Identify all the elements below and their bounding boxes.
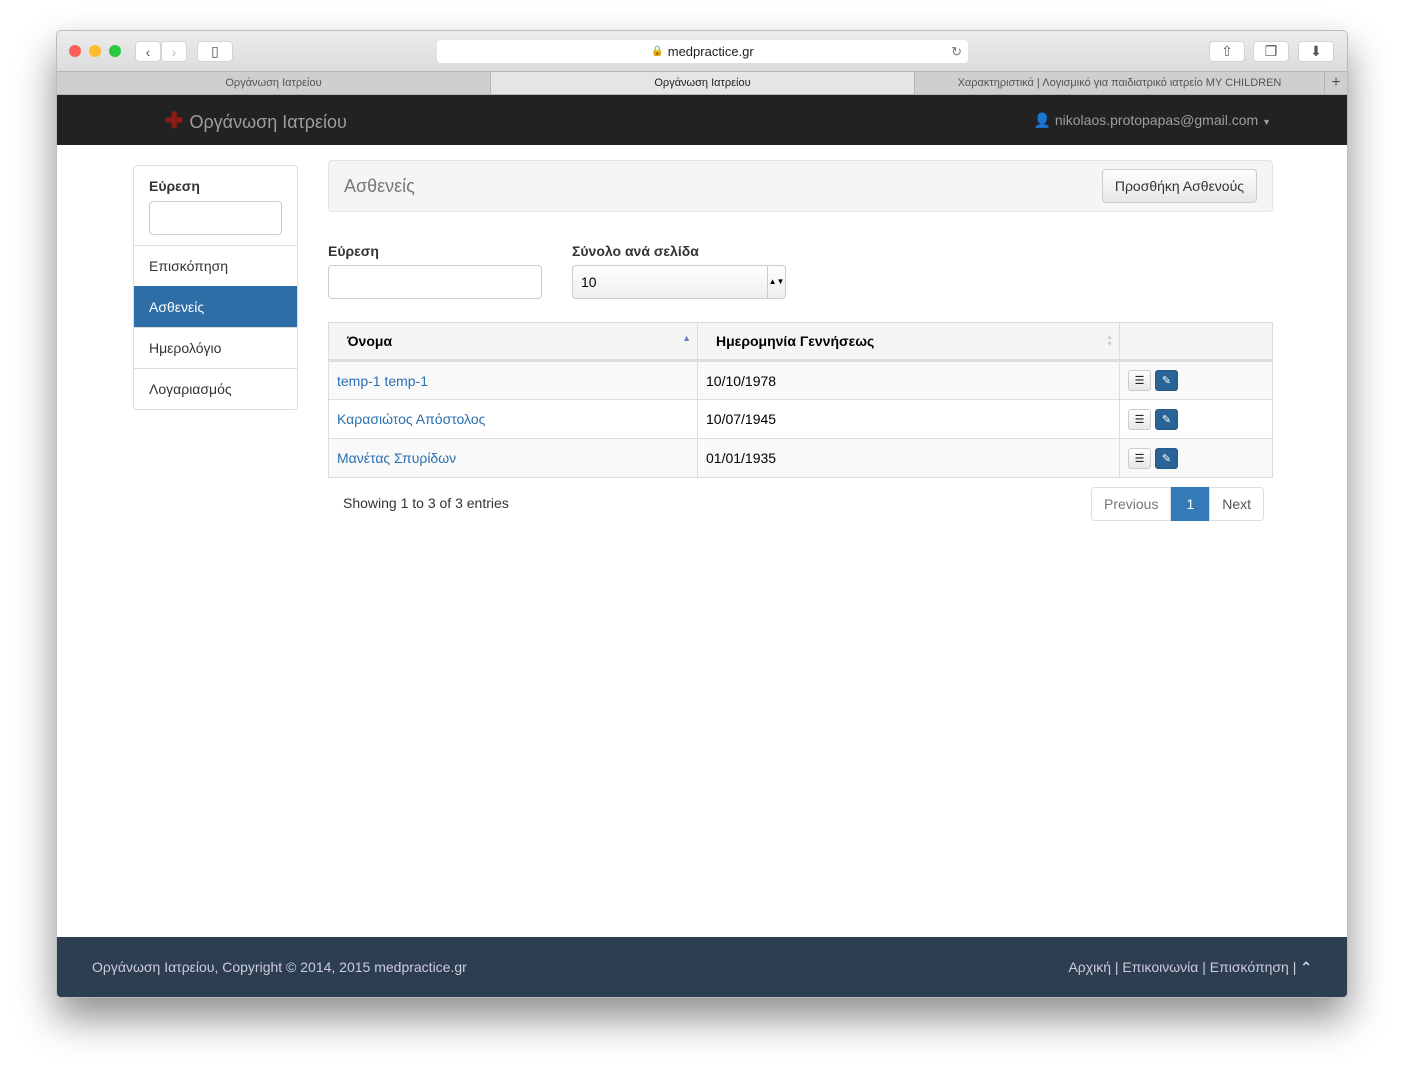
list-icon[interactable]: ☰: [1128, 447, 1151, 469]
back-icon[interactable]: ‹: [135, 41, 161, 62]
table-row: Μανέτας Σπυρίδων 01/01/1935 ☰ ✎: [328, 438, 1273, 478]
sidebar-item-overview[interactable]: Επισκόπηση: [134, 245, 297, 286]
page-size-select[interactable]: 10 ▲▼: [572, 265, 786, 299]
sidebar-toggle-icon[interactable]: ▯: [197, 41, 233, 62]
url-text: medpractice.gr: [667, 44, 754, 59]
page-header-panel: Ασθενείς Προσθήκη Ασθενούς: [328, 160, 1273, 212]
footer-link-home[interactable]: Αρχική: [1068, 959, 1111, 975]
close-button[interactable]: [69, 45, 81, 57]
previous-button[interactable]: Previous: [1091, 487, 1172, 521]
sidebar-item-account[interactable]: Λογαριασμός: [134, 368, 297, 409]
search-input[interactable]: [328, 265, 542, 299]
browser-window: ‹ › ▯ 🔒 medpractice.gr ↻ ⇧ ❐ ⬇ Οργάνωση Ια…: [56, 30, 1348, 998]
sidebar-item-calendar[interactable]: Ημερολόγιο: [134, 327, 297, 368]
minimize-button[interactable]: [89, 45, 101, 57]
caret-down-icon: ▼: [1262, 117, 1271, 127]
browser-tab[interactable]: Οργάνωση Ιατρείου: [57, 72, 491, 94]
list-icon[interactable]: ☰: [1128, 370, 1151, 391]
page-size-value: 10: [581, 274, 597, 290]
medical-cross-icon: ✚: [165, 108, 184, 133]
dob-cell: 10/10/1978: [697, 360, 1120, 400]
footer-link-contact[interactable]: Επικοινωνία: [1122, 959, 1198, 975]
browser-tab-active[interactable]: Οργάνωση Ιατρείου: [491, 72, 915, 94]
column-header-actions: [1119, 322, 1273, 362]
footer-link-overview[interactable]: Επισκόπηση: [1210, 959, 1289, 975]
dob-cell: 10/07/1945: [697, 399, 1120, 439]
page-title: Ασθενείς: [344, 176, 415, 196]
new-tab-icon[interactable]: +: [1325, 72, 1347, 94]
patient-link[interactable]: Μανέτας Σπυρίδων: [337, 450, 456, 466]
edit-icon[interactable]: ✎: [1155, 447, 1178, 469]
sidebar: Εύρεση Επισκόπηση Ασθενείς Ημερολόγιο Λο…: [133, 165, 298, 410]
brand-link[interactable]: ✚ Οργάνωση Ιατρείου: [165, 108, 347, 134]
address-bar[interactable]: 🔒 medpractice.gr ↻: [437, 40, 968, 63]
patient-link[interactable]: Καρασιώτος Απόστολος: [337, 411, 485, 427]
page-size-label: Σύνολο ανά σελίδα: [572, 243, 699, 259]
user-email: nikolaos.protopapas@gmail.com: [1054, 112, 1259, 128]
page-1-button[interactable]: 1: [1171, 487, 1210, 521]
zoom-button[interactable]: [109, 45, 121, 57]
sort-asc-icon: ▲: [682, 333, 691, 343]
list-icon[interactable]: ☰: [1128, 408, 1151, 430]
table-info: Showing 1 to 3 of 3 entries: [343, 495, 509, 511]
brand-text: Οργάνωση Ιατρείου: [189, 112, 347, 132]
page-size-group: Σύνολο ανά σελίδα 10 ▲▼: [572, 243, 786, 299]
tab-bar: Οργάνωση Ιατρείου Οργάνωση Ιατρείου Χαρα…: [57, 71, 1347, 95]
lock-icon: 🔒: [651, 46, 664, 57]
sidebar-item-patients[interactable]: Ασθενείς: [134, 286, 297, 327]
forward-icon[interactable]: ›: [161, 41, 187, 62]
add-patient-button[interactable]: Προσθήκη Ασθενούς: [1101, 169, 1257, 203]
select-arrows-icon: ▲▼: [767, 266, 785, 298]
column-header-name[interactable]: Όνομα ▲: [328, 322, 698, 362]
footer-links: Αρχική | Επικοινωνία | Επισκόπηση | ⌃: [1068, 959, 1312, 975]
tabs-overview-icon[interactable]: ❐: [1253, 41, 1289, 62]
share-icon[interactable]: ⇧: [1209, 41, 1245, 62]
user-menu[interactable]: 👤 nikolaos.protopapas@gmail.com ▼: [1034, 112, 1271, 129]
reload-icon[interactable]: ↻: [951, 44, 962, 60]
user-icon: 👤: [1033, 112, 1051, 128]
patient-link[interactable]: temp-1 temp-1: [337, 373, 428, 389]
sort-both-icon: ▲ ▼: [1106, 334, 1113, 348]
patients-table: Όνομα ▲ Ημερομηνία Γεννήσεως ▲ ▼ temp-1 tem…: [328, 322, 1273, 478]
download-icon[interactable]: ⬇: [1298, 41, 1334, 62]
search-group: Εύρεση: [328, 243, 542, 299]
dob-cell: 01/01/1935: [697, 438, 1120, 478]
edit-icon[interactable]: ✎: [1155, 408, 1178, 430]
footer-copyright: Οργάνωση Ιατρείου, Copyright © 2014, 201…: [92, 959, 467, 975]
navbar: ✚ Οργάνωση Ιατρείου 👤 nikolaos.protopapas…: [57, 95, 1347, 145]
column-header-dob-label: Ημερομηνία Γεννήσεως: [716, 333, 875, 349]
column-header-name-label: Όνομα: [347, 333, 393, 349]
edit-icon[interactable]: ✎: [1155, 370, 1178, 391]
scroll-top-icon[interactable]: ⌃: [1300, 959, 1312, 975]
sidebar-search-input[interactable]: [149, 201, 282, 235]
sidebar-search-label: Εύρεση: [149, 178, 200, 194]
column-header-dob[interactable]: Ημερομηνία Γεννήσεως ▲ ▼: [697, 322, 1120, 362]
table-row: Καρασιώτος Απόστολος 10/07/1945 ☰ ✎: [328, 399, 1273, 439]
footer: Οργάνωση Ιατρείου, Copyright © 2014, 201…: [57, 937, 1347, 997]
table-row: temp-1 temp-1 10/10/1978 ☰ ✎: [328, 360, 1273, 400]
browser-tab[interactable]: Χαρακτηριστικά | Λογισμικό για παιδιατρι…: [915, 72, 1325, 94]
next-button[interactable]: Next: [1209, 487, 1265, 521]
title-bar: ‹ › ▯ 🔒 medpractice.gr ↻ ⇧ ❐ ⬇: [57, 31, 1347, 71]
search-label: Εύρεση: [328, 243, 379, 259]
pagination: Previous 1 Next: [1091, 487, 1265, 521]
